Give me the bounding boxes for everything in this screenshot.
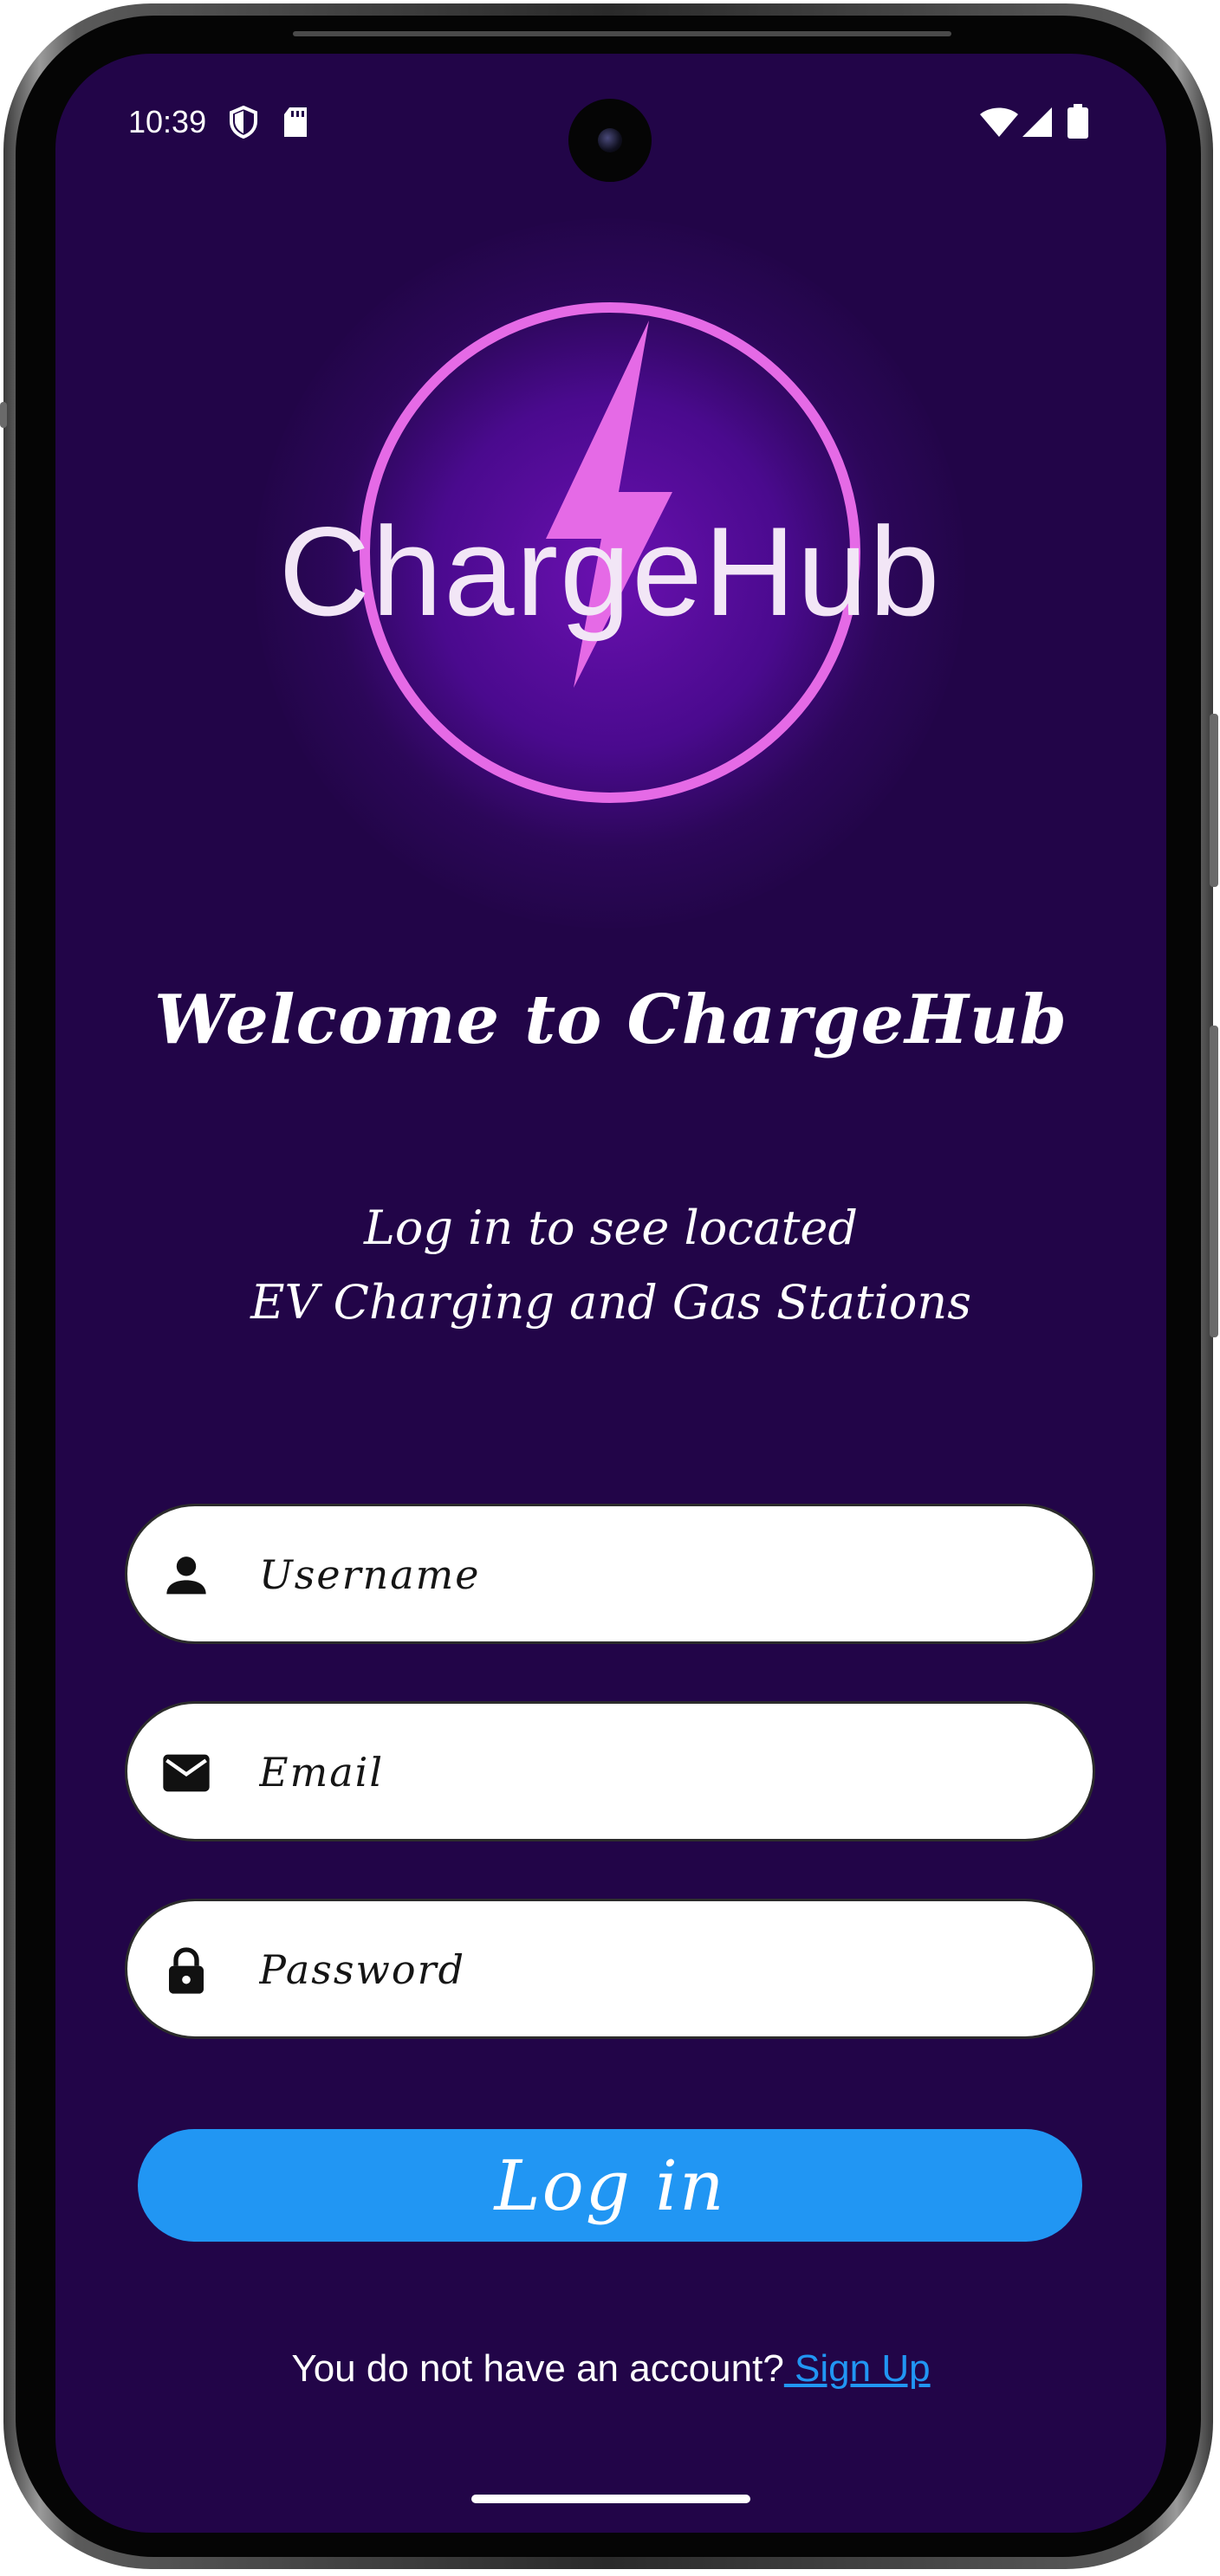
wifi-icon (980, 107, 1018, 137)
signup-row: You do not have an account? Sign Up (55, 2347, 1166, 2391)
password-input[interactable] (257, 1901, 1058, 2038)
username-field[interactable] (125, 1504, 1095, 1644)
sd-card-icon (284, 107, 307, 137)
welcome-title: Welcome to ChargeHub (153, 981, 1068, 1059)
person-icon (166, 1557, 206, 1595)
lock-icon (169, 1947, 204, 1994)
status-bar: 10:39 (55, 54, 1166, 182)
phone-frame: 10:39 ChargeHub Welcome to ChargeHub Log… (0, 3, 1218, 2569)
username-input[interactable] (257, 1506, 1058, 1643)
mail-icon (163, 1754, 210, 1792)
logo-text: ChargeHub (279, 501, 942, 642)
logo: ChargeHub (55, 166, 1166, 946)
app-screen: 10:39 ChargeHub Welcome to ChargeHub Log… (55, 54, 1166, 2533)
password-field[interactable] (125, 1899, 1095, 2039)
subtitle-line-2: EV Charging and Gas Stations (250, 1275, 971, 1330)
shield-icon (230, 106, 257, 139)
subtitle-line-1: Log in to see located (364, 1201, 858, 1255)
signal-icon (1022, 107, 1052, 137)
home-indicator[interactable] (471, 2495, 750, 2503)
volume-button (1210, 714, 1218, 887)
signup-link[interactable]: Sign Up (784, 2347, 931, 2390)
battery-icon (1068, 104, 1088, 139)
email-field[interactable] (125, 1701, 1095, 1841)
email-input[interactable] (257, 1704, 1058, 1841)
signup-prompt: You do not have an account? (291, 2347, 784, 2390)
power-button (1210, 1026, 1218, 1337)
side-button-left (0, 402, 7, 428)
earpiece (293, 31, 951, 36)
login-button[interactable]: Log in (138, 2129, 1082, 2242)
status-time: 10:39 (128, 104, 207, 139)
